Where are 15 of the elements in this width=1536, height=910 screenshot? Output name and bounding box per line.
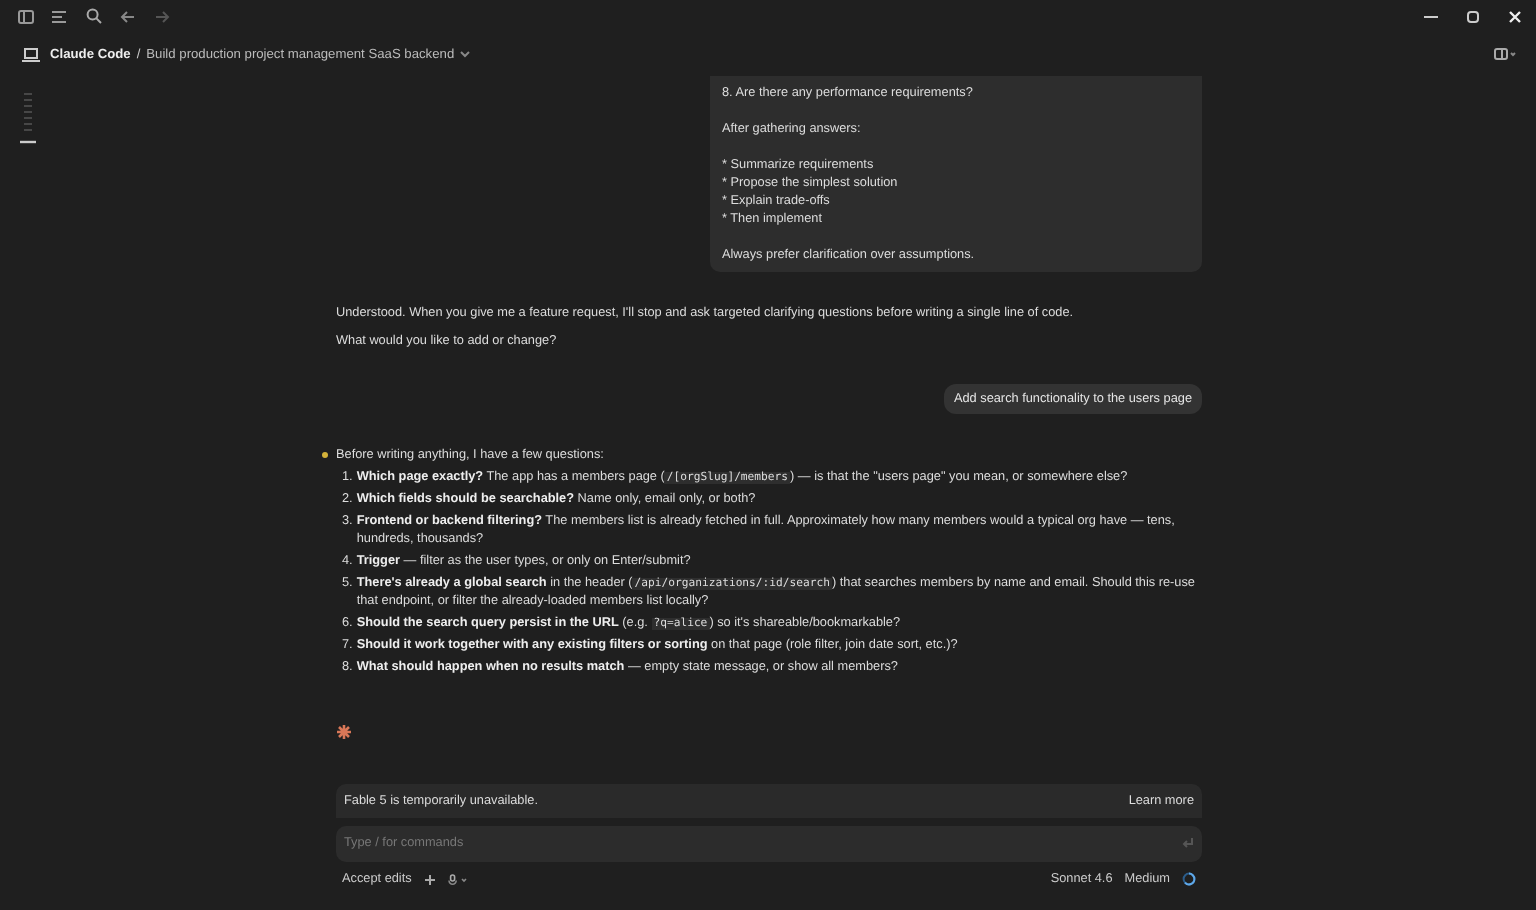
close-icon[interactable] [1508, 9, 1522, 23]
menu-icon[interactable] [52, 9, 68, 23]
search-icon[interactable] [86, 8, 102, 24]
sidebar-icon[interactable] [18, 9, 34, 23]
progress-ring-icon [1182, 872, 1196, 886]
spinner-icon [336, 723, 352, 739]
status-dot-icon [322, 452, 328, 458]
laptop-icon [22, 47, 40, 61]
plus-icon[interactable] [423, 873, 436, 885]
back-arrow-icon[interactable] [120, 9, 136, 23]
chevron-down-icon[interactable] [460, 50, 471, 58]
scroll-map-drawing[interactable] [20, 90, 36, 146]
microphone-icon[interactable] [447, 873, 468, 885]
restore-icon[interactable] [1466, 9, 1480, 23]
panel-icon[interactable] [1494, 48, 1516, 60]
